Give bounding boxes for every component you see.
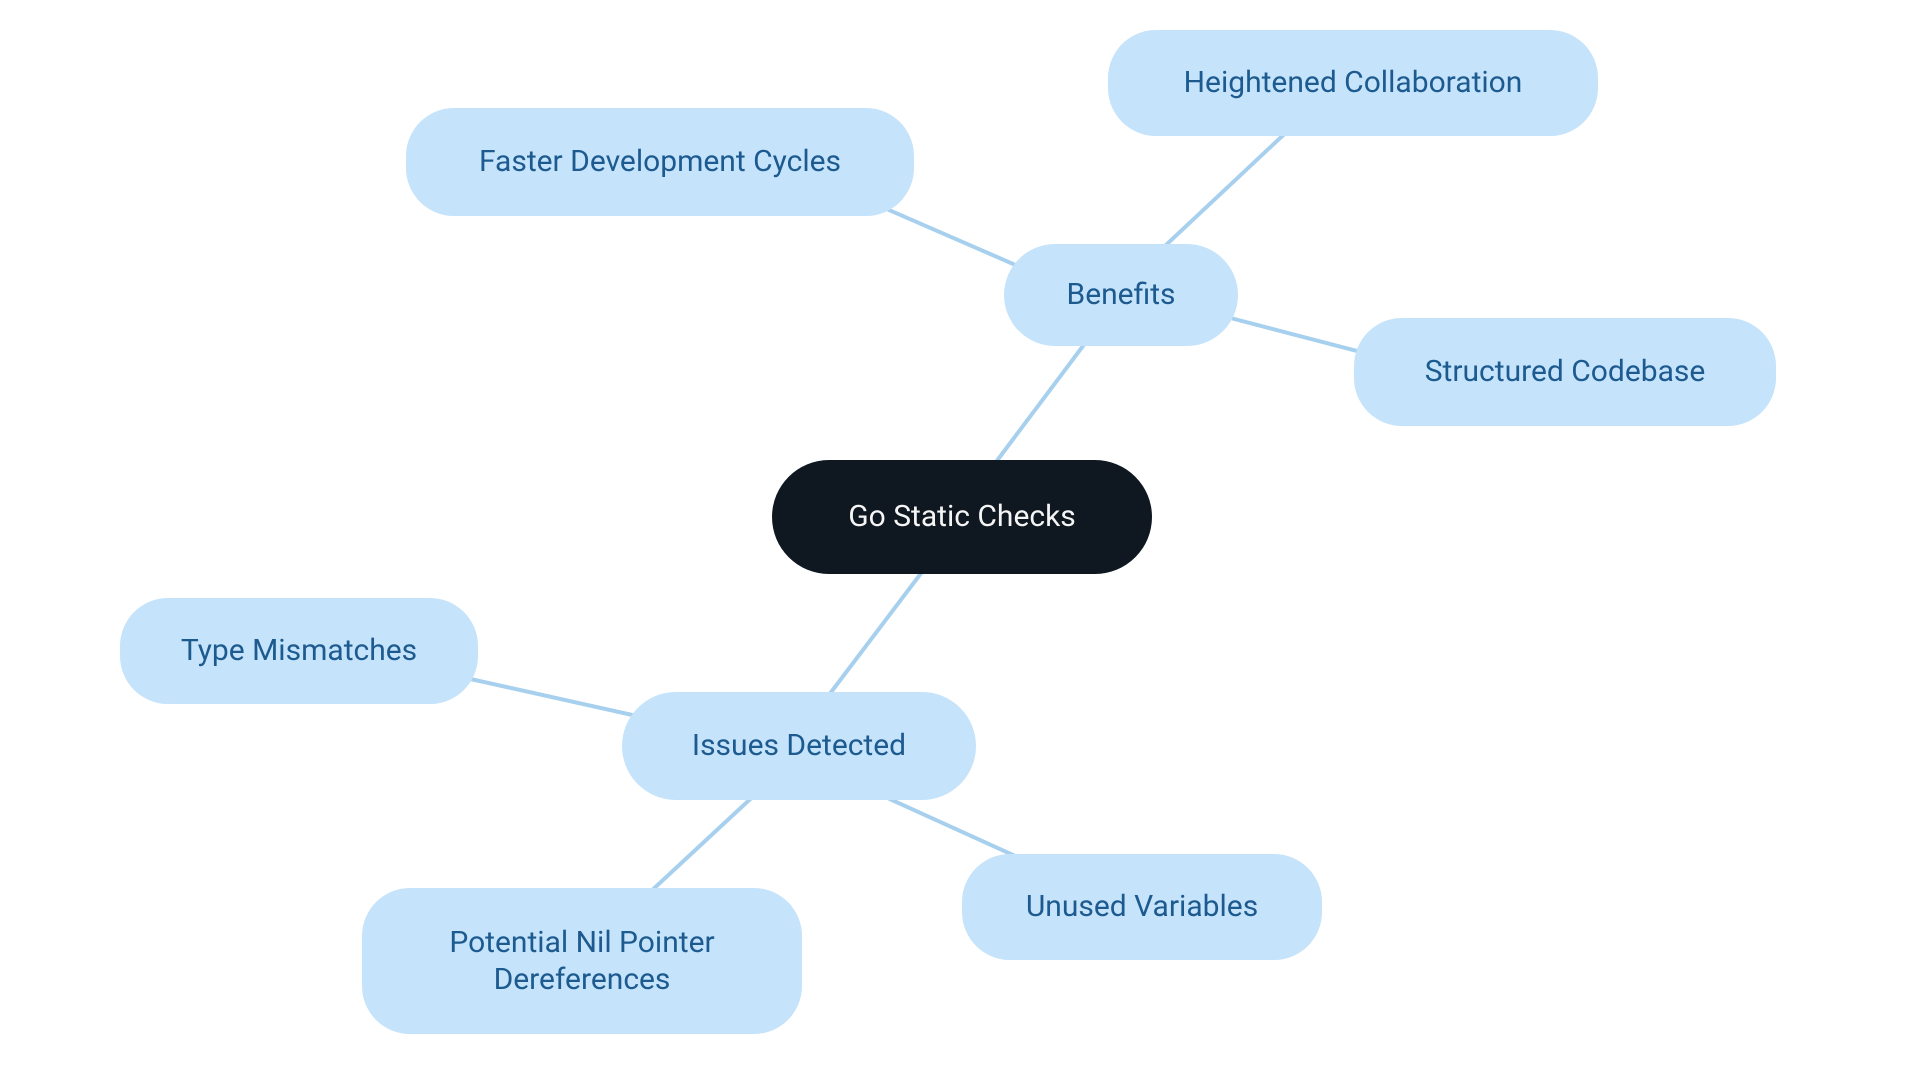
node-nil-pointer: Potential Nil Pointer Dereferences [362, 888, 802, 1034]
node-unused-vars-label: Unused Variables [1026, 888, 1258, 926]
node-root-label: Go Static Checks [848, 498, 1076, 536]
node-structured-codebase: Structured Codebase [1354, 318, 1776, 426]
node-type-mismatches-label: Type Mismatches [181, 632, 417, 670]
node-benefits: Benefits [1004, 244, 1238, 346]
node-heightened-collab: Heightened Collaboration [1108, 30, 1598, 136]
node-faster-dev-label: Faster Development Cycles [479, 143, 841, 181]
node-nil-pointer-label: Potential Nil Pointer Dereferences [412, 924, 752, 999]
node-heightened-collab-label: Heightened Collaboration [1184, 64, 1523, 102]
node-unused-vars: Unused Variables [962, 854, 1322, 960]
node-benefits-label: Benefits [1067, 276, 1176, 314]
node-issues-label: Issues Detected [692, 727, 906, 765]
node-root: Go Static Checks [772, 460, 1152, 574]
node-issues: Issues Detected [622, 692, 976, 800]
node-structured-codebase-label: Structured Codebase [1425, 353, 1706, 391]
mindmap-canvas: Go Static Checks Benefits Issues Detecte… [0, 0, 1920, 1083]
node-faster-dev: Faster Development Cycles [406, 108, 914, 216]
node-type-mismatches: Type Mismatches [120, 598, 478, 704]
